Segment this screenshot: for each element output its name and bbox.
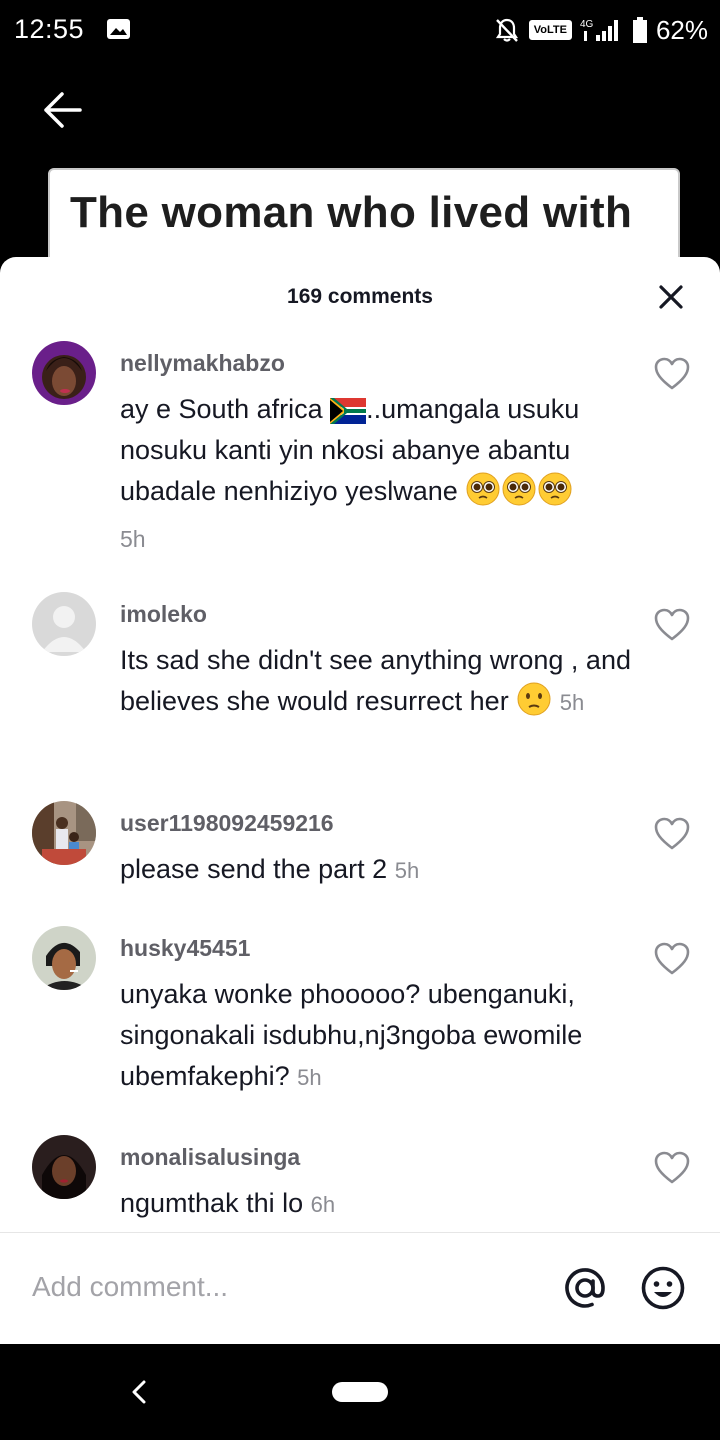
heart-icon[interactable] [654, 942, 690, 976]
comment-time: 6h [310, 1192, 336, 1217]
mention-at-icon[interactable] [562, 1265, 608, 1311]
comment-item[interactable]: user1198092459216 please send the part 2… [0, 801, 720, 901]
comment-body: monalisalusinga ngumthak thi lo 6h [120, 1143, 640, 1225]
comment-text-content: ngumthak thi lo [120, 1188, 304, 1218]
comment-text-content: unyaka wonke phooooo? ubenganuki, singon… [120, 979, 583, 1091]
comment-text-content: Its sad she didn't see anything wrong , … [120, 645, 631, 716]
comment-username[interactable]: husky45451 [120, 934, 640, 962]
comment-time: 5h [559, 690, 585, 715]
avatar-image [32, 801, 96, 865]
heart-icon[interactable] [654, 608, 690, 642]
emoji-smile-icon[interactable] [640, 1265, 686, 1311]
comment-time: 5h [120, 526, 146, 552]
comment-time: 5h [394, 858, 420, 883]
comment-text-content: please send the part 2 [120, 854, 388, 884]
status-bar: 12:55 VoLTE 4G 62% [0, 0, 720, 60]
bell-off-icon [495, 18, 518, 42]
comment-item[interactable]: monalisalusinga ngumthak thi lo 6h [0, 1135, 720, 1235]
avatar[interactable] [32, 341, 96, 405]
comment-text: ay e South africa ..umangala usuku nosuk… [120, 389, 640, 512]
comment-body: imoleko Its sad she didn't see anything … [120, 600, 640, 723]
comment-username[interactable]: imoleko [120, 600, 640, 628]
avatar-image [32, 341, 96, 405]
comment-input-bar: Add comment... [0, 1232, 720, 1344]
status-icons: VoLTE 4G 62% [493, 14, 708, 46]
network-label: 4G [580, 19, 594, 30]
pleading-face-emoji [466, 472, 500, 506]
avatar[interactable] [32, 1135, 96, 1199]
comment-text: unyaka wonke phooooo? ubenganuki, singon… [120, 974, 640, 1098]
comment-username[interactable]: nellymakhabzo [120, 349, 640, 377]
comment-text: Its sad she didn't see anything wrong , … [120, 640, 640, 723]
video-caption: The woman who lived with [70, 188, 633, 237]
back-arrow-icon[interactable] [40, 88, 84, 132]
close-icon[interactable] [658, 284, 684, 310]
comment-text: ngumthak thi lo 6h [120, 1183, 640, 1225]
avatar-image [32, 1135, 96, 1199]
comment-username[interactable]: monalisalusinga [120, 1143, 640, 1171]
status-time: 12:55 [14, 14, 85, 44]
signal-icon: 4G [580, 19, 618, 41]
comments-count: 169 comments [287, 285, 433, 308]
add-comment-input[interactable]: Add comment... [32, 1271, 228, 1303]
heart-icon[interactable] [654, 817, 690, 851]
sheet-header: 169 comments [0, 257, 720, 337]
battery-percent: 62% [655, 14, 708, 45]
hushed-face-emoji [517, 682, 551, 716]
pleading-face-emoji [538, 472, 572, 506]
nav-home-pill[interactable] [332, 1382, 388, 1402]
comment-time: 5h [297, 1065, 322, 1090]
default-avatar-icon [32, 592, 96, 656]
avatar[interactable] [32, 926, 96, 990]
comment-body: husky45451 unyaka wonke phooooo? ubengan… [120, 934, 640, 1098]
comment-text-part: ay e South africa [120, 394, 331, 424]
comment-text: please send the part 2 5h [120, 849, 640, 891]
battery-icon [632, 17, 647, 43]
pleading-face-emoji [502, 472, 536, 506]
comment-item[interactable]: imoleko Its sad she didn't see anything … [0, 592, 720, 772]
avatar[interactable] [32, 592, 96, 656]
comment-item[interactable]: nellymakhabzo ay e South africa ..umanga… [0, 341, 720, 561]
image-icon [107, 19, 130, 39]
comment-username[interactable]: user1198092459216 [120, 809, 640, 837]
avatar[interactable] [32, 801, 96, 865]
heart-icon[interactable] [654, 357, 690, 391]
nav-back-icon[interactable] [128, 1378, 150, 1406]
comments-sheet: 169 comments nellymakhabzo ay e South af… [0, 257, 720, 1344]
system-nav-bar [0, 1344, 720, 1440]
comment-body: nellymakhabzo ay e South africa ..umanga… [120, 349, 640, 553]
south-africa-flag-emoji [330, 398, 367, 424]
avatar-image [32, 926, 96, 990]
heart-icon[interactable] [654, 1151, 690, 1185]
comment-body: user1198092459216 please send the part 2… [120, 809, 640, 891]
comment-item[interactable]: husky45451 unyaka wonke phooooo? ubengan… [0, 926, 720, 1106]
volte-badge: VoLTE [528, 20, 572, 40]
